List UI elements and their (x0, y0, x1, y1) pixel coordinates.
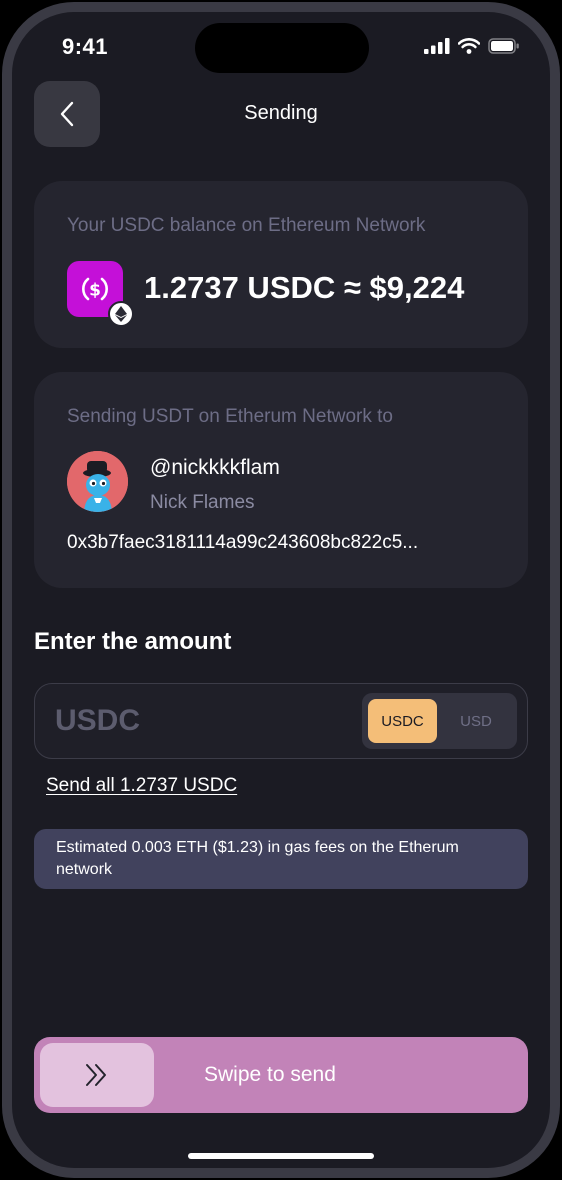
currency-option-usdc[interactable]: USDC (368, 699, 437, 743)
battery-icon (488, 38, 519, 54)
gas-fee-note: Estimated 0.003 ETH ($1.23) in gas fees … (34, 829, 528, 889)
screen: 9:41 Sending Your USDC balance on Ethere… (12, 12, 550, 1168)
recipient-name: Nick Flames (150, 492, 255, 513)
phone-frame: 9:41 Sending Your USDC balance on Ethere… (0, 0, 562, 1180)
avatar (67, 451, 128, 512)
balance-label: Your USDC balance on Ethereum Network (67, 215, 426, 236)
swipe-to-send-slider[interactable]: Swipe to send (34, 1037, 528, 1113)
currency-option-usd[interactable]: USD (443, 699, 509, 743)
recipient-address: 0x3b7faec3181114a99c243608bc822c5... (67, 532, 419, 553)
page-title: Sending (244, 102, 318, 124)
recipient-handle: @nickkkkflam (150, 456, 280, 479)
ethereum-icon (108, 301, 134, 327)
dynamic-island (195, 23, 369, 73)
status-time: 9:41 (62, 34, 109, 59)
amount-section-title: Enter the amount (34, 628, 232, 655)
send-all-link[interactable]: Send all 1.2737 USDC (46, 775, 237, 797)
home-indicator (188, 1153, 374, 1159)
swipe-label: Swipe to send (204, 1063, 336, 1086)
double-chevron-right-icon (86, 1064, 106, 1086)
recipient-card: Sending USDT on Etherum Network to @nick… (34, 372, 528, 588)
svg-text:$: $ (89, 281, 101, 301)
cellular-signal-icon (424, 38, 450, 54)
balance-card: Your USDC balance on Ethereum Network $ … (34, 181, 528, 348)
amount-input[interactable] (55, 698, 355, 744)
recipient-label: Sending USDT on Etherum Network to (67, 406, 393, 427)
status-icons (424, 38, 520, 54)
wifi-icon (458, 38, 480, 54)
currency-toggle: USDC USD (362, 693, 517, 749)
amount-input-container: USDC USD (34, 683, 528, 759)
swipe-handle[interactable] (40, 1043, 154, 1107)
balance-amount: 1.2737 USDC ≈ $9,224 (144, 270, 465, 305)
